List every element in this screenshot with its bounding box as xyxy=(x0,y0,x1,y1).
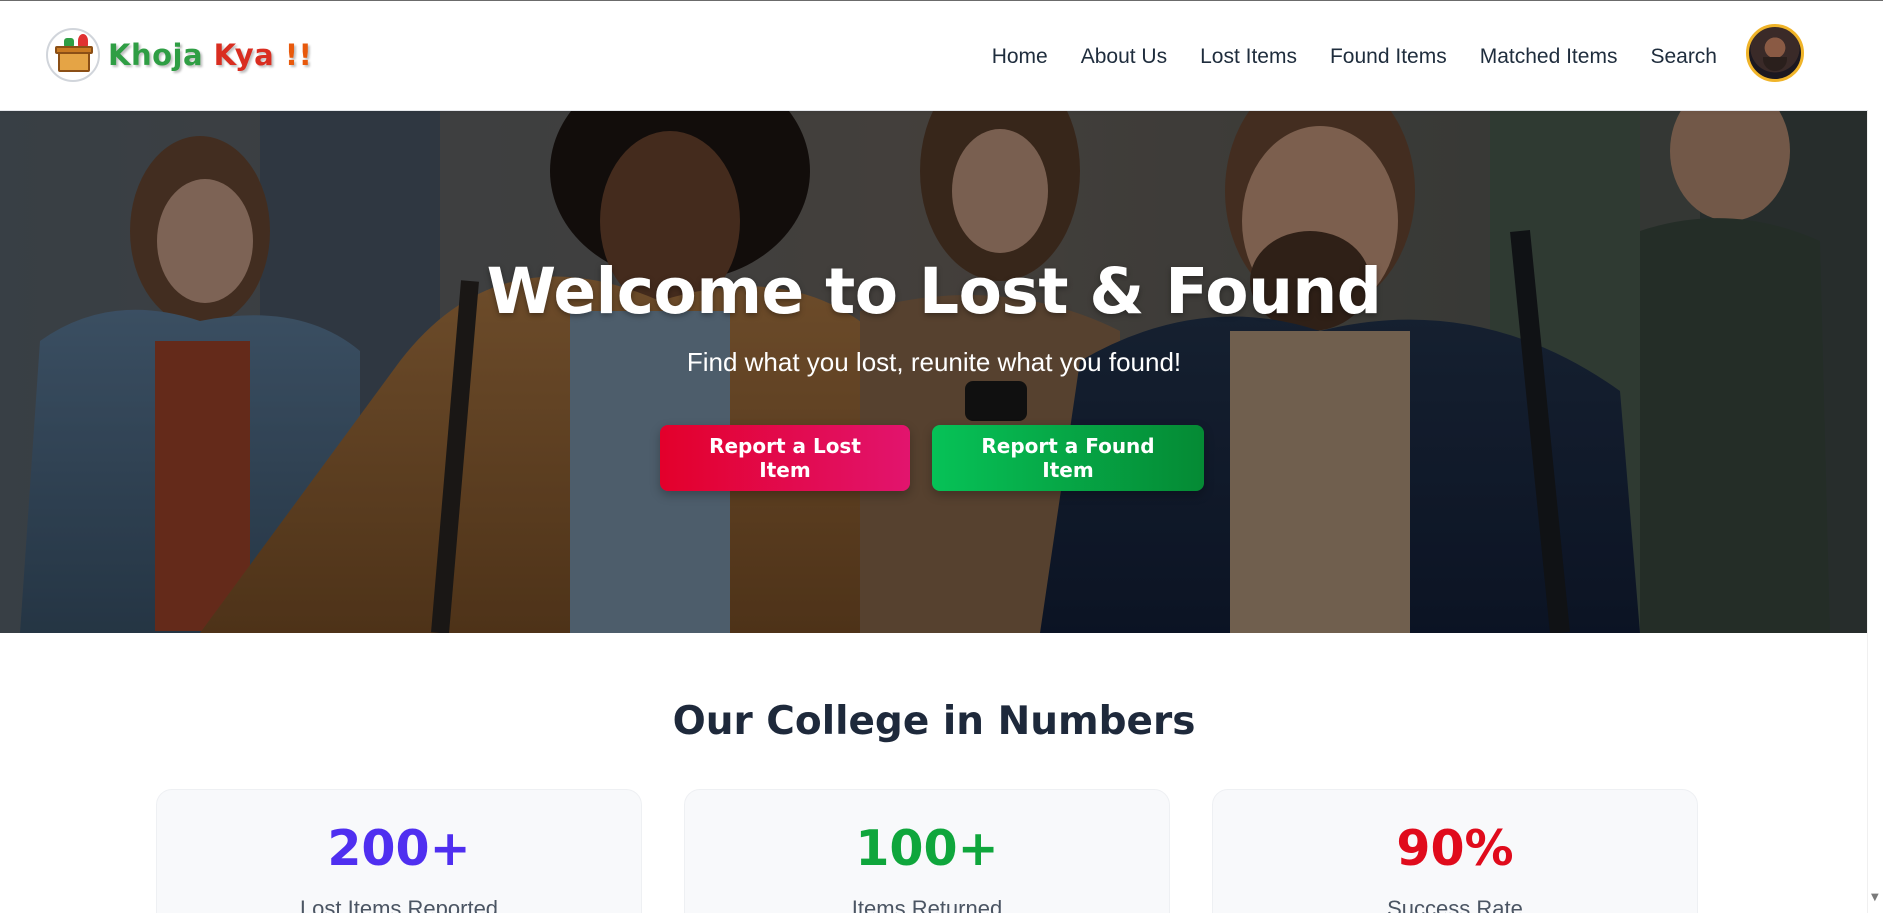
brand-name-part1: Khoja xyxy=(108,38,204,72)
nav-link-home[interactable]: Home xyxy=(992,37,1048,77)
brand-name: Khoja Kya !! xyxy=(108,38,312,72)
stat-value: 90% xyxy=(1396,820,1514,877)
hero-title: Welcome to Lost & Found xyxy=(486,255,1382,328)
brand-logo-icon xyxy=(46,28,100,82)
brand-name-part3: !! xyxy=(274,38,313,72)
scroll-down-arrow-icon[interactable]: ▼ xyxy=(1871,892,1879,903)
stat-card-success-rate: 90% Success Rate xyxy=(1212,789,1698,913)
page: Khoja Kya !! Home About Us Lost Items Fo… xyxy=(0,1,1868,913)
stats-section: Our College in Numbers 200+ Lost Items R… xyxy=(0,633,1868,913)
page-scrollbar[interactable]: ▼ xyxy=(1867,1,1883,913)
nav-links: Home About Us Lost Items Found Items Mat… xyxy=(959,37,1717,77)
stat-label: Lost Items Reported xyxy=(299,896,499,913)
brand[interactable]: Khoja Kya !! xyxy=(46,28,312,82)
nav-link-about-us[interactable]: About Us xyxy=(1081,37,1167,77)
report-lost-item-button[interactable]: Report a Lost Item xyxy=(660,425,910,491)
stat-card-items-returned: 100+ Items Returned xyxy=(684,789,1170,913)
stat-label: Success Rate xyxy=(1387,896,1523,913)
stat-card-lost-items: 200+ Lost Items Reported xyxy=(156,789,642,913)
hero-buttons: Report a Lost Item Report a Found Item xyxy=(0,425,1868,491)
stat-label: Items Returned xyxy=(851,896,1003,913)
hero-section: Welcome to Lost & Found Find what you lo… xyxy=(0,111,1868,633)
stats-title: Our College in Numbers xyxy=(672,699,1196,744)
brand-name-part2: Kya xyxy=(203,38,275,72)
stat-value: 100+ xyxy=(855,820,999,877)
nav-link-search[interactable]: Search xyxy=(1650,37,1717,77)
user-avatar[interactable] xyxy=(1746,24,1804,82)
navbar: Khoja Kya !! Home About Us Lost Items Fo… xyxy=(0,1,1868,111)
report-found-item-button[interactable]: Report a Found Item xyxy=(932,425,1204,491)
hero-content: Welcome to Lost & Found Find what you lo… xyxy=(0,111,1868,633)
nav-link-matched-items[interactable]: Matched Items xyxy=(1480,37,1618,77)
stat-value: 200+ xyxy=(327,820,471,877)
nav-link-lost-items[interactable]: Lost Items xyxy=(1200,37,1297,77)
nav-link-found-items[interactable]: Found Items xyxy=(1330,37,1447,77)
hero-subtitle: Find what you lost, reunite what you fou… xyxy=(686,347,1182,377)
